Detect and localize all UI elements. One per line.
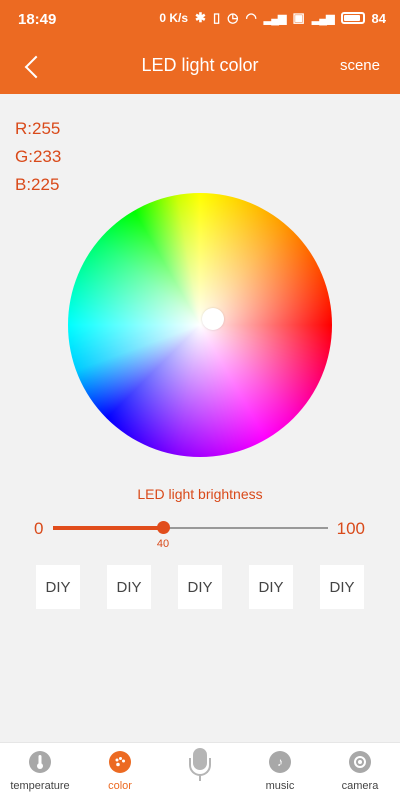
thermometer-icon: [29, 751, 51, 773]
signal-icon: ▂▄▆: [263, 12, 287, 25]
diy-button-2[interactable]: DIY: [107, 565, 151, 609]
diy-button-3[interactable]: DIY: [178, 565, 222, 609]
tab-label: camera: [341, 780, 379, 792]
tab-music[interactable]: ♪ music: [240, 743, 320, 800]
status-icons: 0 K/s ✱ ▯ ◷ ◠ ▂▄▆ ▣ ▂▄▆ 84: [159, 10, 386, 26]
net-speed: 0 K/s: [159, 11, 189, 25]
red-value: R:255: [15, 119, 61, 138]
tab-temperature[interactable]: temperature: [0, 743, 80, 800]
diy-buttons: DIY DIY DIY DIY DIY: [0, 565, 400, 609]
camera-icon: [349, 751, 371, 773]
blue-value: B:225: [15, 175, 60, 194]
signal-icon-2: ▂▄▆: [311, 12, 335, 25]
app-bar: LED light color scene: [0, 38, 400, 94]
microphone-icon: [189, 748, 211, 782]
tab-camera[interactable]: camera: [320, 743, 400, 800]
tab-label: music: [265, 780, 295, 792]
diy-button-4[interactable]: DIY: [249, 565, 293, 609]
brightness-value: 40: [156, 538, 170, 550]
tab-label: temperature: [10, 780, 70, 792]
wifi-icon: ◠: [245, 10, 257, 25]
rgb-readout: R:255 G:233 B:225: [15, 115, 61, 199]
brightness-slider-fill: [53, 526, 163, 530]
tab-voice[interactable]: [160, 743, 240, 800]
tab-color[interactable]: color: [80, 743, 160, 800]
scene-button[interactable]: scene: [340, 57, 380, 74]
green-value: G:233: [15, 147, 62, 166]
brightness-label: LED light brightness: [137, 486, 263, 502]
bottom-tab-bar: temperature color ♪ music camera: [0, 742, 400, 800]
color-wheel-handle[interactable]: [202, 308, 224, 330]
diy-button-1[interactable]: DIY: [36, 565, 80, 609]
bluetooth-icon: ✱: [195, 10, 206, 25]
battery-level: 84: [371, 10, 386, 26]
status-time: 18:49: [18, 11, 57, 28]
diy-button-5[interactable]: DIY: [320, 565, 364, 609]
slider-min-label: 0: [34, 519, 44, 538]
palette-icon: [109, 751, 131, 773]
brightness-slider-thumb[interactable]: [157, 521, 170, 534]
slider-max-label: 100: [336, 519, 365, 538]
color-wheel[interactable]: [68, 193, 332, 457]
vibrate-icon: ▯: [212, 10, 221, 25]
tab-label: color: [108, 780, 132, 792]
music-note-icon: ♪: [269, 751, 291, 773]
status-bar: 18:49 0 K/s ✱ ▯ ◷ ◠ ▂▄▆ ▣ ▂▄▆ 84: [0, 0, 400, 38]
sim-icon: ▣: [292, 10, 305, 25]
alarm-icon: ◷: [227, 10, 239, 25]
battery-icon: [340, 12, 365, 24]
